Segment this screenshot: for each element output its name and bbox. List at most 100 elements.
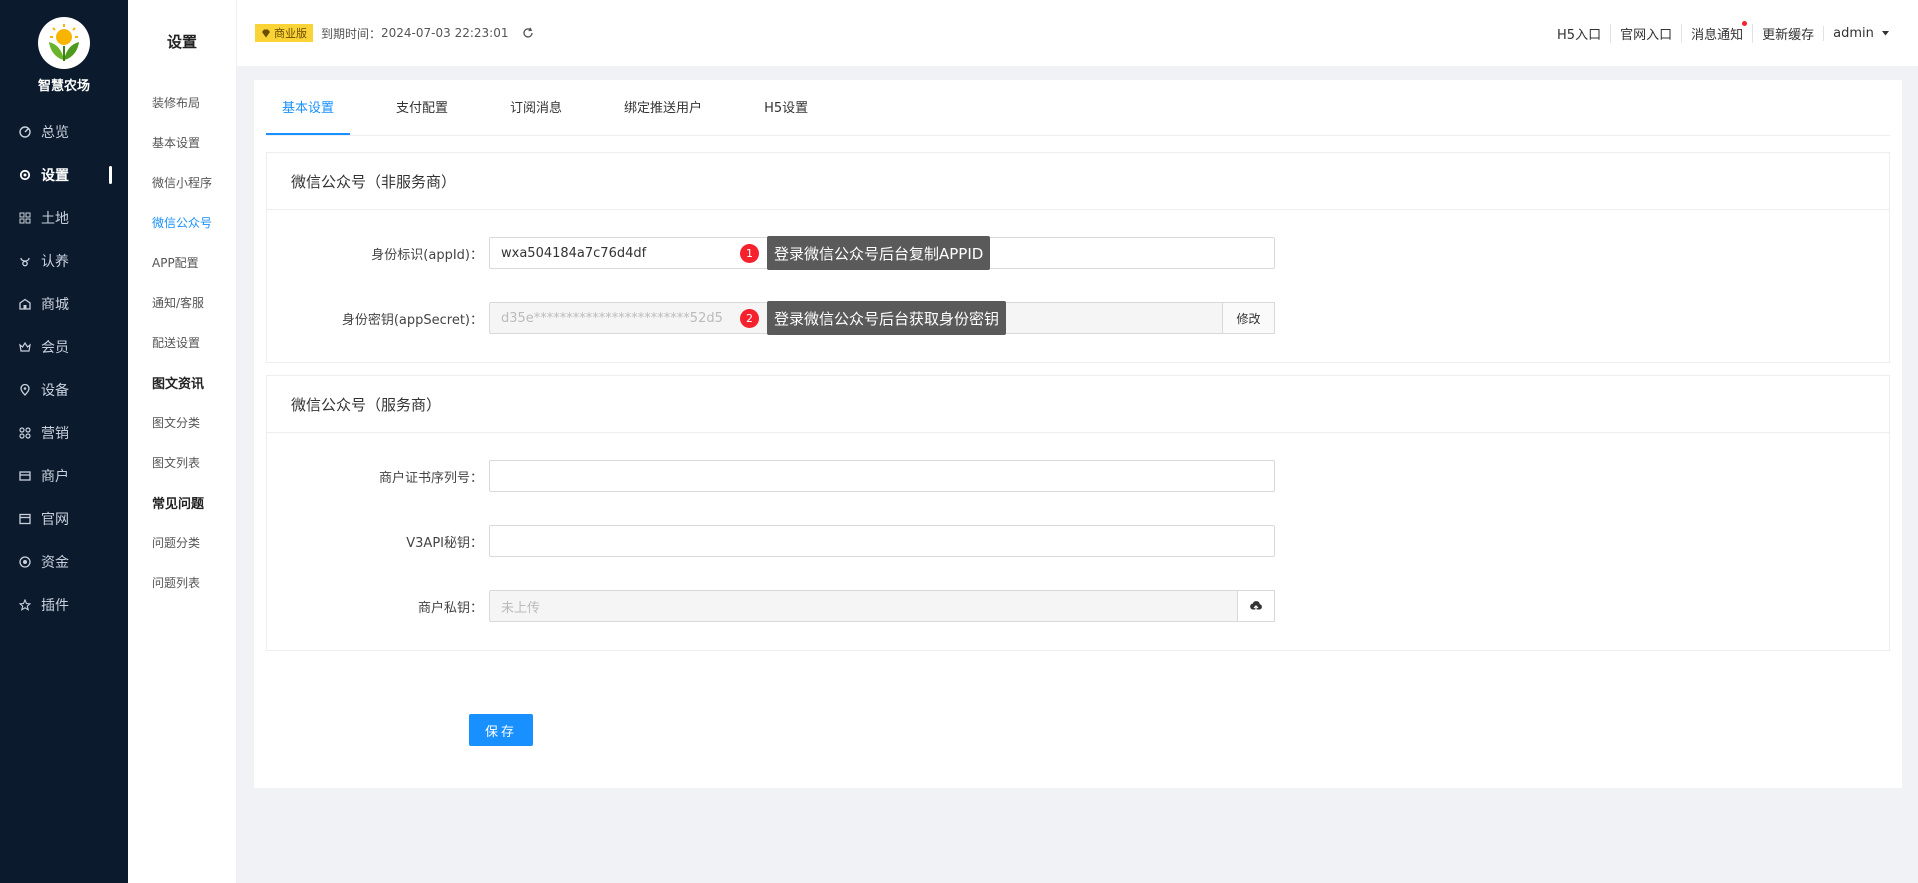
land-icon [18, 211, 31, 224]
caret-down-icon [1882, 30, 1889, 36]
settings-icon [18, 168, 31, 181]
appsecret-input[interactable]: d35e************************52d5 2 登录微信公… [489, 301, 1223, 335]
tab-bar: 基本设置 支付配置 订阅消息 绑定推送用户 H5设置 [266, 80, 1890, 136]
service-provider-card: 微信公众号（服务商） 商户证书序列号： V3API秘钥： 商户私钥： 未上传 [266, 375, 1890, 651]
tab-h5-settings[interactable]: H5设置 [748, 79, 824, 135]
sidebar-item-merchant[interactable]: 商户 [0, 454, 128, 497]
appid-tip: 1 登录微信公众号后台复制APPID [740, 236, 991, 270]
refresh-icon[interactable] [522, 27, 534, 39]
expiry-label: 到期时间： [321, 26, 382, 41]
submenu-item-app-config[interactable]: APP配置 [128, 242, 236, 282]
sidebar-item-label: 官网 [41, 511, 69, 528]
sidebar-item-land[interactable]: 土地 [0, 196, 128, 239]
v3api-key-row: V3API秘钥： [267, 525, 1889, 557]
sidebar-item-shop[interactable]: 商城 [0, 282, 128, 325]
sidebar-item-label: 设置 [41, 167, 69, 184]
sidebar-item-label: 总览 [41, 124, 69, 141]
app-name: 智慧农场 [37, 78, 90, 94]
plugin-icon [18, 598, 31, 611]
non-service-provider-card: 微信公众号（非服务商） 身份标识(appId)： wxa504184a7c76d… [266, 152, 1890, 363]
upload-button[interactable] [1238, 590, 1275, 622]
funds-icon [18, 555, 31, 568]
appsecret-tip: 2 登录微信公众号后台获取身份密钥 [740, 301, 1007, 335]
merchant-icon [18, 469, 31, 482]
sidebar-item-settings[interactable]: 设置 [0, 153, 128, 196]
logo-icon [38, 16, 90, 69]
sidebar-item-marketing[interactable]: 营销 [0, 411, 128, 454]
submenu-item-wechat-official[interactable]: 微信公众号 [128, 202, 236, 242]
submenu-title: 设置 [166, 32, 197, 51]
sidebar-item-label: 资金 [41, 554, 69, 571]
diamond-icon [262, 29, 270, 37]
sidebar-item-plugin[interactable]: 插件 [0, 583, 128, 626]
sidebar-item-overview[interactable]: 总览 [0, 110, 128, 153]
tip-number: 1 [740, 243, 759, 263]
cert-serial-row: 商户证书序列号： [267, 460, 1889, 492]
submenu-item-basic-settings[interactable]: 基本设置 [128, 122, 236, 162]
submenu-group-faq: 常见问题 [152, 496, 205, 512]
private-key-row: 商户私钥： 未上传 [267, 590, 1889, 622]
sidebar-item-funds[interactable]: 资金 [0, 540, 128, 583]
h5-entry-link[interactable]: H5入口 [1548, 24, 1610, 43]
update-cache-link[interactable]: 更新缓存 [1752, 23, 1823, 43]
save-button[interactable]: 保存 [469, 714, 533, 746]
message-notify-label: 消息通知 [1691, 27, 1744, 43]
appid-value: wxa504184a7c76d4df [501, 245, 647, 261]
sidebar-item-label: 商户 [41, 468, 69, 485]
website-entry-link[interactable]: 官网入口 [1610, 23, 1681, 43]
unread-dot [1742, 20, 1748, 26]
submenu-item-wechat-miniprogram[interactable]: 微信小程序 [128, 162, 236, 202]
sidebar-item-label: 土地 [41, 210, 69, 227]
expiry-value: 2024-07-03 22:23:01 [381, 26, 509, 40]
sidebar-item-label: 商城 [41, 296, 69, 313]
sidebar-item-label: 会员 [41, 339, 69, 356]
shop-icon [18, 297, 31, 310]
private-key-input[interactable]: 未上传 [489, 590, 1238, 622]
tab-payment-config[interactable]: 支付配置 [380, 79, 464, 135]
appid-row: 身份标识(appId)： wxa504184a7c76d4df 1 登录微信公众… [267, 236, 1889, 270]
appsecret-row: 身份密钥(appSecret)： d35e*******************… [267, 301, 1889, 335]
user-menu[interactable]: admin [1823, 25, 1898, 41]
marketing-icon [18, 426, 31, 439]
submenu-item-notify-service[interactable]: 通知/客服 [128, 282, 236, 322]
submenu-item-faq-list[interactable]: 问题列表 [128, 562, 236, 602]
member-icon [18, 340, 31, 353]
cert-serial-input[interactable] [489, 460, 1275, 492]
appid-input[interactable]: wxa504184a7c76d4df 1 登录微信公众号后台复制APPID [489, 236, 1275, 270]
modify-button[interactable]: 修改 [1223, 302, 1275, 334]
user-name: admin [1833, 25, 1874, 41]
appsecret-label: 身份密钥(appSecret)： [341, 312, 483, 328]
submenu-group-articles: 图文资讯 [152, 376, 205, 392]
tab-subscribe-message[interactable]: 订阅消息 [494, 79, 578, 135]
settings-submenu: 设置 装修布局 基本设置 微信小程序 微信公众号 APP配置 通知/客服 配送设… [128, 0, 237, 883]
cloud-upload-icon [1250, 601, 1262, 612]
sidebar-item-member[interactable]: 会员 [0, 325, 128, 368]
card-title: 微信公众号（非服务商） [267, 153, 1889, 210]
message-notify-link[interactable]: 消息通知 [1681, 20, 1752, 43]
sidebar-item-website[interactable]: 官网 [0, 497, 128, 540]
overview-icon [18, 125, 31, 138]
edition-label: 商业版 [274, 27, 307, 40]
submenu-item-article-list[interactable]: 图文列表 [128, 442, 236, 482]
sidebar-item-label: 插件 [41, 597, 69, 614]
sidebar-item-label: 设备 [41, 382, 69, 399]
sidebar-item-label: 认养 [41, 253, 69, 270]
tab-bind-push-user[interactable]: 绑定推送用户 [608, 79, 718, 135]
sidebar-item-adopt[interactable]: 认养 [0, 239, 128, 282]
sidebar-item-device[interactable]: 设备 [0, 368, 128, 411]
submenu-item-delivery[interactable]: 配送设置 [128, 322, 236, 362]
logo[interactable]: 智慧农场 [0, 0, 128, 110]
submenu-item-faq-category[interactable]: 问题分类 [128, 522, 236, 562]
cert-serial-label: 商户证书序列号： [378, 470, 483, 486]
appid-label: 身份标识(appId)： [371, 247, 483, 263]
v3api-key-label: V3API秘钥： [406, 535, 483, 551]
device-icon [18, 383, 31, 396]
submenu-item-decoration[interactable]: 装修布局 [128, 82, 236, 122]
tab-basic-settings[interactable]: 基本设置 [266, 79, 351, 135]
private-key-label: 商户私钥： [417, 600, 483, 616]
appsecret-value: d35e************************52d5 [501, 310, 723, 326]
v3api-key-input[interactable] [489, 525, 1275, 557]
submenu-item-article-category[interactable]: 图文分类 [128, 402, 236, 442]
main-panel: 基本设置 支付配置 订阅消息 绑定推送用户 H5设置 微信公众号（非服务商） 身… [254, 80, 1902, 788]
card-title: 微信公众号（服务商） [267, 376, 1889, 433]
